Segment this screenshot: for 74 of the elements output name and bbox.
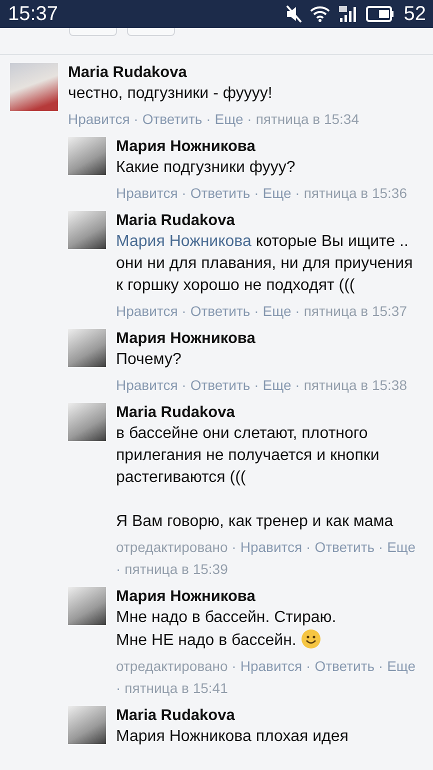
battery-level: 52	[404, 2, 426, 26]
separator-dot: ·	[295, 303, 300, 319]
avatar-photo[interactable]	[68, 329, 106, 367]
timestamp: пятница в 15:39	[124, 561, 228, 577]
action-link[interactable]: Нравится	[116, 185, 178, 201]
action-link[interactable]: Ответить	[190, 303, 250, 319]
separator-dot: ·	[378, 658, 384, 674]
author-name[interactable]: Maria Rudakova	[116, 211, 419, 231]
action-link[interactable]: Еще	[214, 111, 244, 127]
separator-dot: ·	[254, 185, 259, 201]
clock-time: 15:37	[8, 2, 58, 26]
timestamp: пятница в 15:36	[304, 185, 407, 201]
separator-dot: ·	[232, 658, 236, 674]
timestamp: пятница в 15:38	[304, 377, 407, 393]
author-name[interactable]: Мария Ножникова	[116, 587, 419, 607]
comment-text: честно, подгузники - фуууу!	[68, 84, 274, 104]
separator-dot: ·	[254, 303, 259, 319]
author-name[interactable]: Maria Rudakova	[116, 706, 419, 726]
action-link[interactable]: Еще	[262, 377, 292, 393]
battery-icon	[366, 6, 394, 22]
action-link[interactable]: Ответить	[314, 658, 375, 674]
separator-dot: ·	[306, 658, 311, 674]
separator-dot: ·	[134, 111, 138, 127]
timestamp: пятница в 15:37	[304, 303, 407, 319]
action-link[interactable]: Ответить	[190, 185, 250, 201]
separator-dot: ·	[206, 111, 211, 127]
comment-text: Какие подгузники фууу?	[116, 158, 296, 178]
author-name[interactable]: Maria Rudakova	[68, 63, 419, 83]
author-name[interactable]: Мария Ножникова	[116, 329, 419, 349]
separator-dot: ·	[182, 303, 186, 319]
timestamp: пятница в 15:34	[256, 111, 359, 127]
separator-dot: ·	[116, 561, 121, 577]
separator-dot: ·	[378, 539, 384, 555]
separator-dot: ·	[182, 185, 186, 201]
avatar-photo[interactable]	[68, 211, 106, 249]
wifi-icon	[310, 6, 330, 22]
action-link[interactable]: Нравится	[68, 111, 130, 127]
separator-dot: ·	[182, 377, 186, 393]
avatar-photo[interactable]	[68, 137, 106, 175]
edited-label: отредактировано	[116, 658, 228, 674]
separator-dot: ·	[116, 680, 121, 696]
separator-dot: ·	[295, 185, 300, 201]
action-link[interactable]: Нравится	[116, 377, 178, 393]
avatar-photo[interactable]	[68, 587, 106, 625]
action-link[interactable]: Еще	[262, 303, 292, 319]
comment-text: Мария Ножникова плохая идея	[116, 727, 350, 747]
avatar-photo[interactable]	[10, 63, 58, 111]
mention-link[interactable]: Мария Ножникова	[116, 233, 252, 250]
action-link[interactable]: Еще	[387, 658, 416, 674]
edited-label: отредактировано	[116, 539, 228, 555]
comment-text: Мария Ножникова которые Вы ищите .. они ни для плавания, ни для приучения к горшку хорошо не подходят (((	[116, 232, 414, 296]
timestamp: пятница в 15:41	[124, 680, 228, 696]
mute-icon	[286, 5, 302, 23]
avatar-photo[interactable]	[68, 403, 106, 441]
author-name[interactable]: Maria Rudakova	[116, 403, 419, 423]
action-link[interactable]: Нравится	[240, 539, 302, 555]
action-link[interactable]: Нравится	[116, 303, 178, 319]
signal-icon	[338, 5, 358, 23]
comment-text: Мне надо в бассейн. Стираю. Мне НЕ надо в бассейн.	[116, 608, 338, 651]
separator-dot: ·	[247, 111, 252, 127]
separator-dot: ·	[254, 377, 259, 393]
comment-text: Почему?	[116, 350, 182, 370]
avatar-photo[interactable]	[68, 706, 106, 744]
separator-dot: ·	[306, 539, 311, 555]
separator-dot: ·	[232, 539, 236, 555]
comment-text: в бассейне они слетают, плотного прилегания не получается и кнопки растегиваются ((( Я Вам говорю, как тренер и как мама	[116, 424, 394, 532]
action-link[interactable]: Нравится	[240, 658, 302, 674]
action-link[interactable]: Ответить	[314, 539, 375, 555]
author-name[interactable]: Мария Ножникова	[116, 137, 419, 157]
action-link[interactable]: Еще	[387, 539, 416, 555]
action-link[interactable]: Еще	[262, 185, 292, 201]
action-link[interactable]: Ответить	[190, 377, 250, 393]
separator-dot: ·	[295, 377, 300, 393]
action-link[interactable]: Ответить	[142, 111, 202, 127]
